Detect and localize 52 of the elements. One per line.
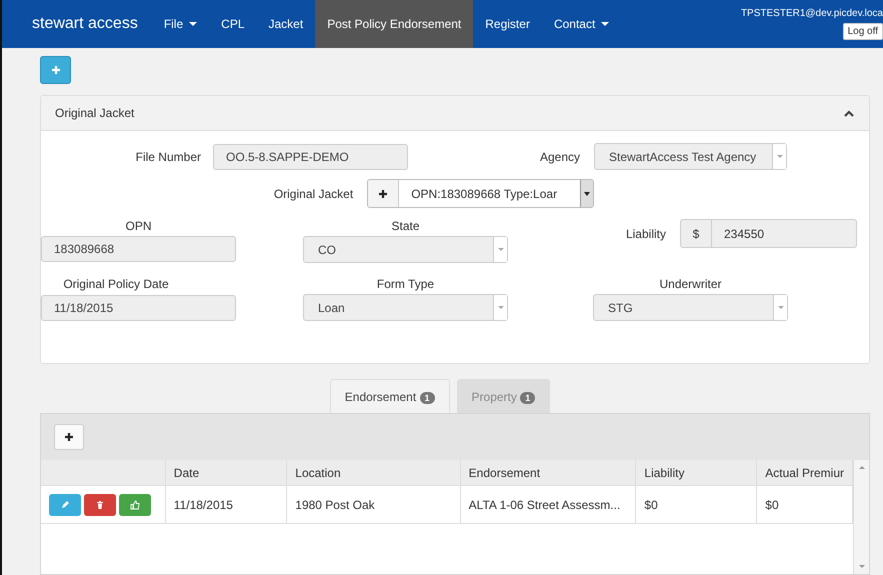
column-header: Liability (636, 460, 757, 486)
plus-icon[interactable] (378, 188, 388, 198)
state-select[interactable]: CO (303, 236, 508, 263)
thumbs-up-icon (130, 500, 140, 510)
column-header: Location (286, 460, 460, 486)
field-label: State (390, 219, 421, 233)
column-header: Actual Premiur (756, 460, 852, 486)
nav-item[interactable]: Jacket (256, 0, 316, 48)
edit-button[interactable] (49, 494, 81, 516)
table-cell: 1980 Post Oak (286, 486, 460, 524)
log-off-button[interactable]: Log off (842, 23, 883, 40)
liability-field[interactable]: $ 234550 (680, 219, 857, 248)
nav-item[interactable]: Register (473, 0, 542, 48)
form-type-select[interactable]: Loan (303, 294, 508, 321)
field-label: File Number (134, 150, 201, 164)
nav-item[interactable]: File (152, 0, 210, 48)
add-button[interactable] (54, 424, 84, 450)
column-header: Endorsement (460, 460, 636, 486)
field-label: Agency (540, 150, 580, 164)
table-cell: 11/18/2015 (165, 486, 287, 524)
column-header: Date (165, 460, 287, 486)
delete-button[interactable] (84, 494, 116, 516)
table-cell: $0 (756, 486, 852, 524)
plus-icon (64, 432, 74, 442)
underwriter-select[interactable]: STG (593, 294, 788, 321)
field-label: Original Jacket (274, 186, 354, 200)
approve-button[interactable] (119, 494, 151, 516)
policy-date-field[interactable]: 11/18/2015 (41, 295, 236, 321)
nav-item[interactable]: Post Policy Endorsement (315, 0, 474, 48)
brand-name[interactable]: stewart access (32, 0, 138, 48)
agency-select[interactable]: StewartAccess Test Agency (594, 143, 787, 170)
field-label: Liability (626, 226, 666, 240)
field-label: Underwriter (658, 277, 722, 291)
field-label: OPN (124, 219, 152, 233)
user-email: TPSTESTER1@dev.picdev.loca (740, 8, 883, 19)
field-label: Form Type (376, 277, 436, 291)
pencil-icon (60, 500, 70, 510)
file-number-field[interactable]: OO.5-8.SAPPE-DEMO (213, 144, 408, 170)
panel-title: Original Jacket (55, 106, 134, 120)
tab[interactable]: Endorsement 1 (330, 379, 450, 413)
field-label: Original Policy Date (62, 277, 170, 292)
table-cell: ALTA 1-06 Street Assessm... (460, 486, 636, 524)
nav-item[interactable]: CPL (209, 0, 256, 48)
trash-icon (95, 500, 105, 510)
original-jacket-select[interactable]: OPN:183089668 Type:Loar (367, 179, 594, 208)
table-cell: $0 (636, 486, 757, 524)
plus-icon (50, 65, 60, 75)
collapse-icon[interactable] (843, 109, 855, 117)
scrollbar[interactable] (853, 460, 869, 574)
opn-field[interactable]: 183089668 (41, 236, 236, 262)
nav-item[interactable]: Contact (542, 0, 622, 48)
tab[interactable]: Property 1 (456, 379, 550, 413)
